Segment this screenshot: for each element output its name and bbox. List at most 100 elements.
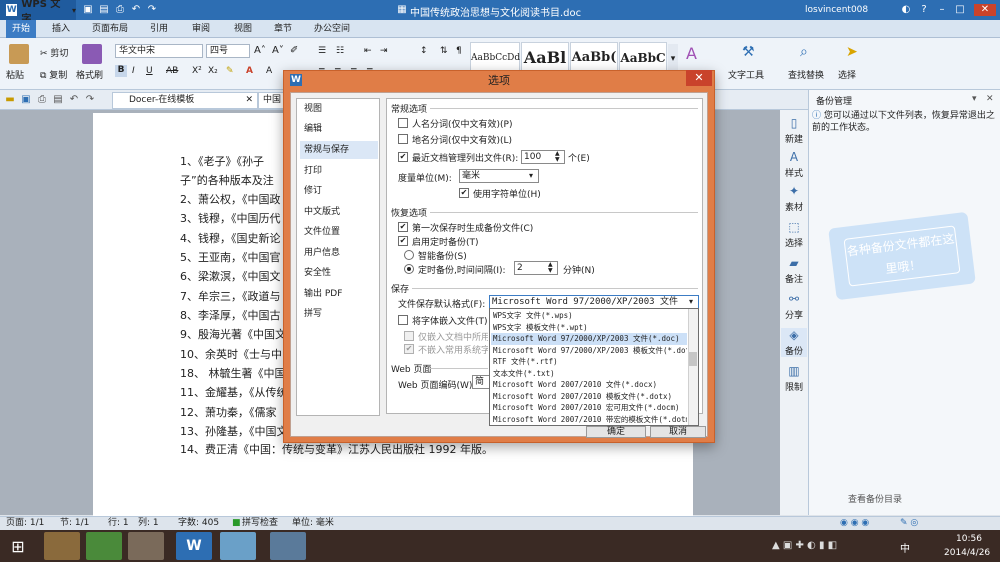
smart-backup-radio[interactable] bbox=[404, 250, 414, 260]
tab-docer-templates[interactable]: Docer-在线模板 ✕ bbox=[112, 92, 258, 109]
tab-review[interactable]: 审阅 bbox=[186, 20, 216, 38]
nav-general-save[interactable]: 常规与保存 bbox=[300, 141, 378, 159]
tab-home[interactable]: 开始 bbox=[6, 20, 37, 38]
format-option[interactable]: Microsoft Word 2007/2010 模板文件(*.dotx) bbox=[491, 391, 687, 403]
print-small-icon[interactable]: ⎙ bbox=[36, 94, 48, 106]
numbered-list-icon[interactable]: ☷ bbox=[336, 46, 344, 56]
format-option[interactable]: Microsoft Word 97/2000/XP/2003 模板文件(*.do… bbox=[491, 345, 687, 357]
format-option[interactable]: WPS文字 模板文件(*.wpt) bbox=[491, 322, 687, 334]
spin-icon[interactable]: ▲ ▼ bbox=[555, 151, 560, 163]
clear-format-icon[interactable]: ✐ bbox=[290, 45, 298, 56]
timed-backup-checkbox[interactable]: ✔ bbox=[398, 236, 408, 246]
sidebar-styles[interactable]: A 样式 bbox=[781, 150, 807, 179]
tray-icons[interactable]: ▲ ▣ ✚ ◐ ▮ ◧ bbox=[772, 540, 837, 551]
nav-user-info[interactable]: 用户信息 bbox=[300, 244, 378, 262]
close-tab-icon[interactable]: ✕ bbox=[245, 93, 253, 108]
dropdown-scrollbar[interactable] bbox=[688, 309, 698, 425]
ime-indicator[interactable]: 中 bbox=[900, 540, 910, 555]
tab-view[interactable]: 视图 bbox=[228, 20, 258, 38]
cursor-icon[interactable]: ➤ bbox=[846, 44, 858, 60]
sidebar-notes[interactable]: ▰ 备注 bbox=[781, 256, 807, 285]
tab-page-layout[interactable]: 页面布局 bbox=[86, 20, 134, 38]
show-marks-icon[interactable]: ¶ bbox=[456, 46, 462, 56]
open-icon[interactable]: ▤ bbox=[98, 4, 110, 16]
tab-office-space[interactable]: 办公空间 bbox=[308, 20, 356, 38]
start-icon[interactable]: ⊞ bbox=[6, 536, 30, 558]
save-small-icon[interactable]: ▣ bbox=[20, 94, 32, 106]
maximize-icon[interactable]: □ bbox=[954, 4, 966, 16]
no-embed-system-checkbox[interactable]: ✔ bbox=[404, 344, 414, 354]
format-option[interactable]: RTF 文件(*.rtf) bbox=[491, 356, 687, 368]
char-border-icon[interactable]: A bbox=[266, 66, 272, 76]
view-backup-dir-link[interactable]: 查看备份目录 bbox=[848, 492, 902, 505]
strikethrough-icon[interactable]: AB bbox=[166, 66, 178, 76]
font-size-select[interactable]: 四号 bbox=[206, 44, 250, 58]
sidebar-share[interactable]: ⚯ 分享 bbox=[781, 292, 807, 321]
timed-interval-radio[interactable] bbox=[404, 264, 414, 274]
cancel-button[interactable]: 取消 bbox=[650, 426, 706, 438]
first-save-backup-checkbox[interactable]: ✔ bbox=[398, 222, 408, 232]
embed-fonts-checkbox[interactable] bbox=[398, 315, 408, 325]
panel-menu-icon[interactable]: ▾ bbox=[972, 94, 977, 104]
zoom-icon[interactable]: ✎ ◎ bbox=[900, 517, 918, 530]
sidebar-backup[interactable]: ◈ 备份 bbox=[781, 328, 807, 357]
format-option[interactable]: Microsoft Word 2007/2010 文件(*.docx) bbox=[491, 379, 687, 391]
font-color-icon[interactable]: A bbox=[246, 66, 253, 76]
wps-taskbar-icon[interactable]: W bbox=[176, 532, 212, 560]
nav-print[interactable]: 打印 bbox=[300, 162, 378, 180]
decrease-indent-icon[interactable]: ⇤ bbox=[364, 46, 372, 56]
default-format-select[interactable]: Microsoft Word 97/2000/XP/2003 文件(*.doc) bbox=[489, 295, 699, 319]
sidebar-select[interactable]: ⬚ 选择 bbox=[781, 220, 807, 249]
nav-revision[interactable]: 修订 bbox=[300, 182, 378, 200]
nav-file-location[interactable]: 文件位置 bbox=[300, 223, 378, 241]
format-option[interactable]: WPS文字 文件(*.wps) bbox=[491, 310, 687, 322]
tab-references[interactable]: 引用 bbox=[144, 20, 174, 38]
person-name-checkbox[interactable] bbox=[398, 118, 408, 128]
text-tools-icon[interactable]: ⚒ bbox=[742, 44, 755, 60]
minimize-icon[interactable]: – bbox=[936, 4, 948, 16]
brush-icon[interactable] bbox=[82, 44, 102, 64]
redo-small-icon[interactable]: ↷ bbox=[84, 94, 96, 106]
recent-files-checkbox[interactable]: ✔ bbox=[398, 152, 408, 162]
copy-button[interactable]: ⧉ 复制 bbox=[40, 68, 67, 81]
sidebar-new[interactable]: ▯ 新建 bbox=[781, 116, 807, 145]
highlight-icon[interactable]: ✎ bbox=[226, 66, 234, 76]
user-name[interactable]: losvincent008 bbox=[805, 5, 868, 15]
redo-icon[interactable]: ↷ bbox=[146, 4, 158, 16]
view-mode-icon[interactable]: ◉ ◉ ◉ bbox=[840, 517, 869, 530]
nav-security[interactable]: 安全性 bbox=[300, 264, 378, 282]
font-family-select[interactable]: 华文中宋 bbox=[115, 44, 203, 58]
underline-icon[interactable]: U bbox=[146, 66, 153, 76]
bullet-list-icon[interactable]: ☰ bbox=[318, 46, 326, 56]
undo-icon[interactable]: ↶ bbox=[130, 4, 142, 16]
format-option[interactable]: 文本文件(*.txt) bbox=[491, 368, 687, 380]
increase-indent-icon[interactable]: ⇥ bbox=[380, 46, 388, 56]
panel-close-icon[interactable]: ✕ bbox=[986, 94, 994, 104]
text-tools-button[interactable]: 文字工具 bbox=[728, 68, 764, 81]
subscript-icon[interactable]: X₂ bbox=[208, 66, 218, 76]
format-option[interactable]: Microsoft Word 2007/2010 宏可用文件(*.docm) bbox=[491, 402, 687, 414]
format-option[interactable]: Microsoft Word 97/2000/XP/2003 文件(*.doc) bbox=[491, 333, 687, 345]
ok-button[interactable]: 确定 bbox=[586, 426, 646, 438]
edit-app-icon[interactable] bbox=[220, 532, 256, 560]
embed-used-only-checkbox[interactable] bbox=[404, 331, 414, 341]
folder-icon[interactable]: ▬ bbox=[4, 94, 16, 106]
spin-icon[interactable]: ▲ ▼ bbox=[548, 262, 553, 274]
superscript-icon[interactable]: X² bbox=[192, 66, 202, 76]
bold-icon[interactable]: B bbox=[115, 65, 127, 77]
tab-chapter[interactable]: 章节 bbox=[268, 20, 298, 38]
chrome-icon[interactable] bbox=[86, 532, 122, 560]
line-spacing-icon[interactable]: ↕ bbox=[420, 46, 428, 56]
skin-icon[interactable]: ◐ bbox=[900, 4, 912, 16]
close-icon[interactable]: ✕ bbox=[974, 4, 996, 16]
sidebar-restrict[interactable]: ▥ 限制 bbox=[781, 364, 807, 393]
sidebar-materials[interactable]: ✦ 素材 bbox=[781, 184, 807, 213]
app-menu-button[interactable]: W WPS 文字 ▾ bbox=[0, 0, 76, 25]
status-spellcheck[interactable]: 拼写检查 bbox=[242, 517, 278, 530]
select-button[interactable]: 选择 bbox=[838, 68, 856, 81]
place-name-checkbox[interactable] bbox=[398, 134, 408, 144]
nav-edit[interactable]: 编辑 bbox=[300, 120, 378, 138]
italic-icon[interactable]: I bbox=[132, 66, 135, 76]
preview-icon[interactable]: ▤ bbox=[52, 94, 64, 106]
paste-icon[interactable] bbox=[9, 44, 29, 64]
